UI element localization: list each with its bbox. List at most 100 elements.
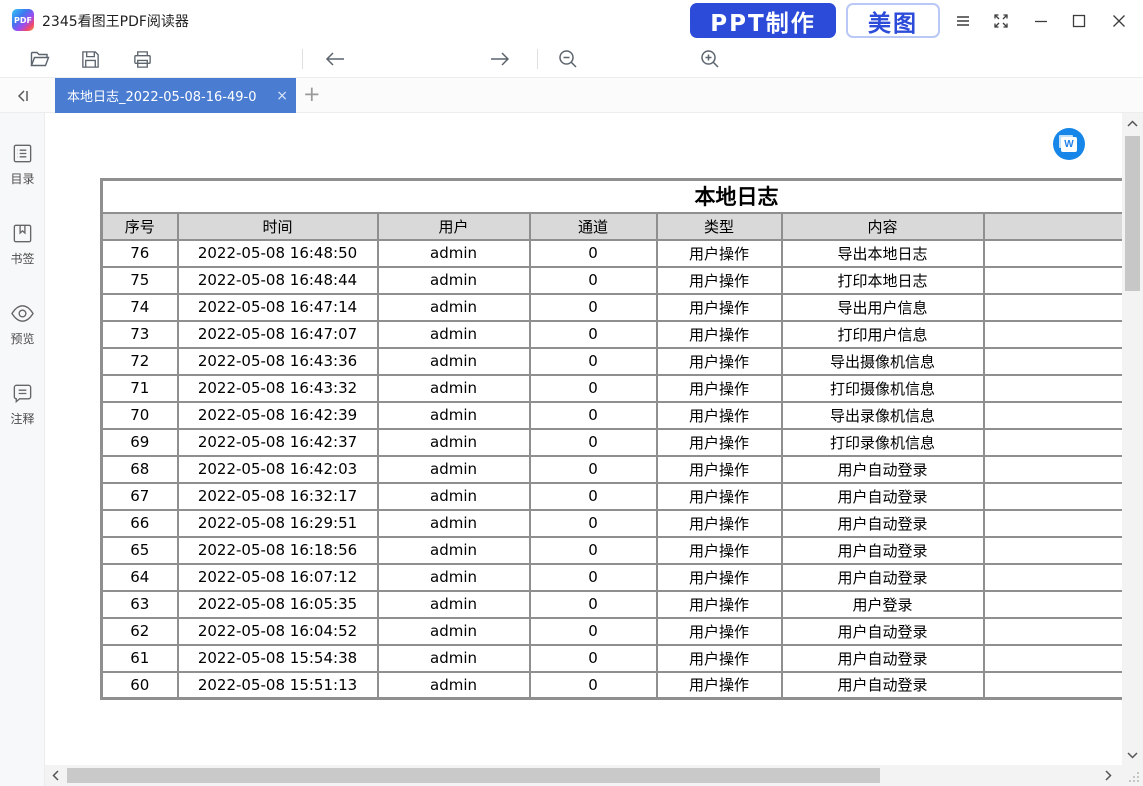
table-cell: admin: [378, 672, 530, 699]
table-cell: admin: [378, 348, 530, 375]
table-cell: [984, 375, 1123, 402]
new-tab-button[interactable]: +: [303, 82, 321, 106]
annotation-icon: [11, 382, 34, 405]
table-row: 672022-05-08 16:32:17admin0用户操作用户自动登录: [102, 483, 1123, 510]
scroll-up-icon[interactable]: [1122, 113, 1142, 133]
table-cell: 2022-05-08 16:48:50: [178, 240, 378, 267]
horizontal-scrollbar[interactable]: [45, 765, 1122, 786]
table-cell: admin: [378, 618, 530, 645]
open-file-icon[interactable]: [28, 47, 52, 71]
table-cell: 72: [102, 348, 178, 375]
table-row: 662022-05-08 16:29:51admin0用户操作用户自动登录: [102, 510, 1123, 537]
tab-close-icon[interactable]: ×: [276, 88, 288, 104]
sidebar-item-preview[interactable]: 预览: [0, 302, 45, 347]
print-icon[interactable]: [130, 47, 154, 71]
table-cell: [984, 348, 1123, 375]
table-row: 682022-05-08 16:42:03admin0用户操作用户自动登录: [102, 456, 1123, 483]
tabbar: 本地日志_2022-05-08-16-49-0 × +: [0, 78, 1143, 113]
table-cell: 用户操作: [657, 429, 782, 456]
table-cell: admin: [378, 240, 530, 267]
table-cell: 用户操作: [657, 375, 782, 402]
table-cell: 用户操作: [657, 564, 782, 591]
table-cell: 用户自动登录: [782, 672, 984, 699]
table-cell: 用户操作: [657, 510, 782, 537]
table-cell: 0: [530, 510, 657, 537]
vertical-scrollbar[interactable]: [1122, 113, 1143, 765]
toc-icon: [11, 142, 34, 165]
toolbar: W PDF转Word /3页 100.0%: [0, 40, 1143, 78]
zoom-out-icon[interactable]: [556, 47, 580, 71]
app-logo-icon: PDF: [12, 9, 34, 31]
table-cell: [984, 402, 1123, 429]
table-cell: 用户自动登录: [782, 456, 984, 483]
close-icon[interactable]: [1106, 8, 1132, 34]
table-cell: admin: [378, 402, 530, 429]
header-cell: 类型: [657, 213, 782, 240]
table-cell: [984, 267, 1123, 294]
table-cell: admin: [378, 429, 530, 456]
table-cell: 导出摄像机信息: [782, 348, 984, 375]
table-cell: 用户自动登录: [782, 483, 984, 510]
table-row: 602022-05-08 15:51:13admin0用户操作用户自动登录: [102, 672, 1123, 699]
header-cell: 用户: [378, 213, 530, 240]
floating-word-convert-button[interactable]: W: [1053, 128, 1085, 160]
table-cell: [984, 321, 1123, 348]
meitu-button[interactable]: 美图: [846, 3, 940, 38]
table-cell: 用户操作: [657, 348, 782, 375]
pdf-reader-window: PDF 2345看图王PDF阅读器 PPT制作 美图: [0, 0, 1143, 786]
sidebar-item-toc[interactable]: 目录: [0, 142, 45, 187]
resize-corner[interactable]: [1122, 765, 1143, 786]
next-page-icon[interactable]: [488, 47, 512, 71]
prev-page-icon[interactable]: [323, 47, 347, 71]
table-cell: 0: [530, 591, 657, 618]
table-row: 652022-05-08 16:18:56admin0用户操作用户自动登录: [102, 537, 1123, 564]
scroll-left-icon[interactable]: [45, 765, 65, 785]
minimize-icon[interactable]: [1028, 8, 1054, 34]
table-cell: 62: [102, 618, 178, 645]
table-cell: 用户自动登录: [782, 618, 984, 645]
table-cell: 63: [102, 591, 178, 618]
scroll-right-icon[interactable]: [1098, 765, 1118, 785]
table-cell: 73: [102, 321, 178, 348]
scroll-down-icon[interactable]: [1122, 745, 1142, 765]
table-cell: [984, 483, 1123, 510]
maximize-icon[interactable]: [1066, 8, 1092, 34]
toolbar-separator: [537, 49, 538, 69]
collapse-sidebar-icon[interactable]: [12, 85, 34, 107]
sidebar-item-annotation[interactable]: 注释: [0, 382, 45, 427]
table-cell: 用户操作: [657, 672, 782, 699]
save-icon[interactable]: [78, 47, 102, 71]
table-cell: 0: [530, 672, 657, 699]
table-row: 632022-05-08 16:05:35admin0用户操作用户登录: [102, 591, 1123, 618]
fullscreen-icon[interactable]: [988, 8, 1014, 34]
table-cell: 2022-05-08 16:48:44: [178, 267, 378, 294]
header-cell: 时间: [178, 213, 378, 240]
table-cell: 2022-05-08 15:51:13: [178, 672, 378, 699]
table-cell: 69: [102, 429, 178, 456]
table-cell: 2022-05-08 16:43:36: [178, 348, 378, 375]
horizontal-scroll-thumb[interactable]: [67, 768, 880, 783]
menu-icon[interactable]: [950, 8, 976, 34]
sidebar-item-bookmark[interactable]: 书签: [0, 222, 45, 267]
table-cell: 60: [102, 672, 178, 699]
table-cell: 0: [530, 402, 657, 429]
table-cell: 66: [102, 510, 178, 537]
table-cell: 用户登录: [782, 591, 984, 618]
table-cell: 0: [530, 375, 657, 402]
table-cell: 打印录像机信息: [782, 429, 984, 456]
table-cell: 67: [102, 483, 178, 510]
ppt-maker-button[interactable]: PPT制作: [690, 3, 836, 38]
table-cell: 2022-05-08 16:32:17: [178, 483, 378, 510]
table-cell: 74: [102, 294, 178, 321]
table-cell: 用户自动登录: [782, 510, 984, 537]
zoom-in-icon[interactable]: [698, 47, 722, 71]
table-cell: 68: [102, 456, 178, 483]
document-tab[interactable]: 本地日志_2022-05-08-16-49-0 ×: [55, 78, 296, 113]
table-cell: 71: [102, 375, 178, 402]
table-cell: [984, 591, 1123, 618]
table-cell: 2022-05-08 16:47:14: [178, 294, 378, 321]
table-cell: admin: [378, 564, 530, 591]
vertical-scroll-thumb[interactable]: [1125, 136, 1140, 291]
log-table: 本地日志 序号时间用户通道类型内容 762022-05-08 16:48:50a…: [100, 178, 1122, 700]
table-cell: 0: [530, 456, 657, 483]
